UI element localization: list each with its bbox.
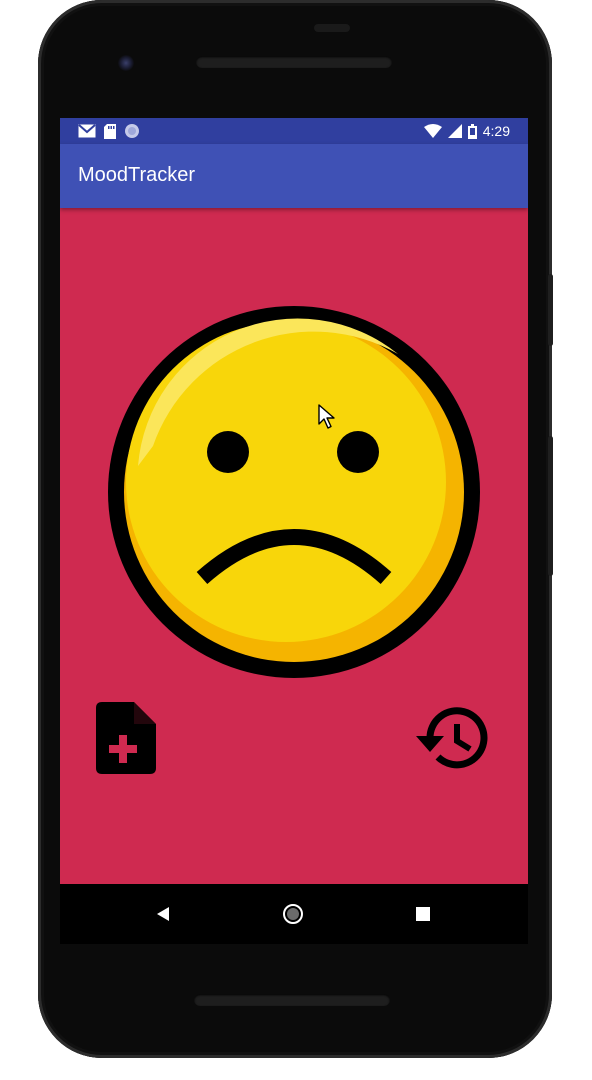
bottom-speaker [194,994,390,1006]
mouse-cursor-icon [318,404,335,429]
history-button[interactable] [416,704,492,772]
app-title: MoodTracker [78,164,196,186]
sd-card-icon [104,123,116,139]
recents-button[interactable] [408,899,438,929]
top-sensor [314,24,350,32]
screen: 4:29 MoodTracker [60,118,528,944]
system-icons: 4:29 [423,122,510,140]
wifi-icon [423,124,442,138]
main-content [60,208,528,884]
app-bar: MoodTracker [60,144,528,208]
navigation-bar [60,884,528,944]
add-note-button[interactable] [96,702,156,774]
home-button[interactable] [278,899,308,929]
back-button[interactable] [149,899,179,929]
cell-signal-icon [447,124,462,138]
power-button [548,274,553,346]
status-bar: 4:29 [60,118,528,144]
top-speaker [196,56,392,68]
gmail-icon [78,124,96,138]
notification-icons [78,122,140,140]
volume-button [548,436,553,576]
sync-circle-icon [125,124,139,138]
status-time: 4:29 [482,123,510,139]
sad-face-icon[interactable] [98,296,490,688]
front-camera [118,55,134,71]
battery-icon [467,123,477,139]
back-icon [157,907,169,921]
home-icon [283,904,303,924]
recents-icon [416,907,430,921]
